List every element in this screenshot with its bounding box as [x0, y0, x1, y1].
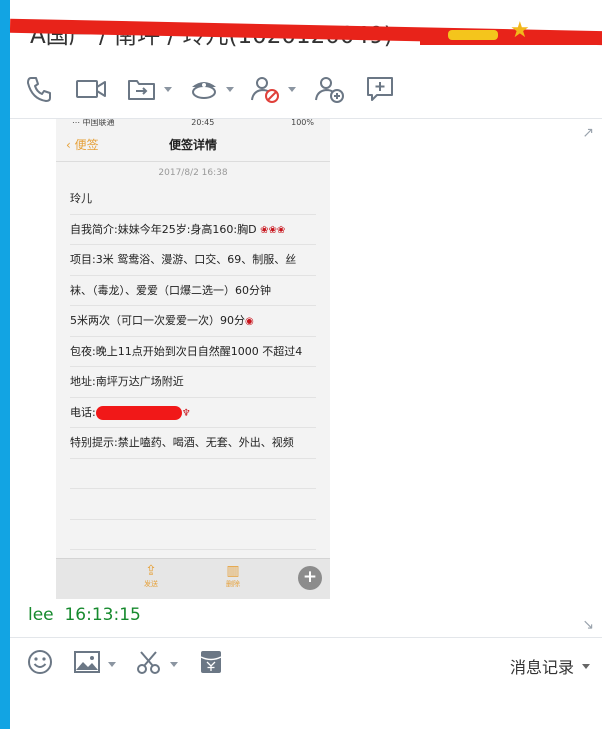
window-left-edge [0, 0, 10, 729]
image-icon [72, 648, 102, 680]
file-transfer-icon [126, 74, 158, 104]
star-icon: ★ [510, 18, 530, 43]
phone-bottom-bar: ⇪ 发送 ▥ 删除 + [56, 558, 330, 599]
phone-status-bar: ⋯ 中国联通 20:45 100% [56, 119, 330, 127]
note-line [70, 459, 316, 489]
chat-title-bar: A国产 / 南坪 / 玲儿(1020120049) ★ [10, 0, 602, 60]
chat-message-area[interactable]: ↗ ⋯ 中国联通 20:45 100% ‹ 便签 便签详情 2017/8/2 1… [10, 119, 602, 637]
chevron-down-icon [170, 661, 178, 667]
image-button[interactable] [72, 650, 116, 678]
voice-call-button[interactable] [24, 72, 54, 106]
vip-badge-icon [448, 30, 498, 40]
phone-nav-bar: ‹ 便签 便签详情 [56, 127, 330, 162]
note-line [70, 520, 316, 550]
note-line: 5米两次（可口一次爱爱一次）90分◉ [70, 306, 316, 337]
video-icon [74, 74, 108, 104]
lips-icon: ◉ [245, 316, 254, 327]
chevron-down-icon [582, 663, 590, 669]
message-time: 16:13:15 [64, 605, 141, 625]
block-user-icon [248, 74, 282, 104]
chat-toolbar [10, 60, 602, 118]
battery-text: 100% [291, 119, 314, 127]
add-contact-button[interactable] [312, 72, 346, 106]
input-toolbar: 消息记录 [10, 638, 602, 688]
note-date: 2017/8/2 16:38 [158, 168, 228, 178]
screenshot-image[interactable]: ⋯ 中国联通 20:45 100% ‹ 便签 便签详情 2017/8/2 16:… [56, 119, 330, 599]
note-line [70, 489, 316, 520]
note-line: 自我简介:妹妹今年25岁:身高160:胸D ❀❀❀ [70, 215, 316, 245]
share-icon: ⇪ [145, 563, 157, 579]
chevron-down-icon [226, 86, 234, 92]
nav-title: 便签详情 [168, 137, 217, 152]
app-icon [188, 74, 220, 104]
note-body: 玲儿 自我简介:妹妹今年25岁:身高160:胸D ❀❀❀ 项目:3米 鸳鸯浴、漫… [56, 184, 330, 550]
note-line: 电话: ♆ [70, 398, 316, 428]
zoom-in-icon[interactable]: + [298, 566, 322, 590]
carrier-text: ⋯ 中国联通 [72, 119, 115, 127]
message-sender-line: lee 16:13:15 [28, 605, 141, 625]
add-contact-icon [312, 74, 346, 104]
trash-icon: ▥ [226, 563, 240, 579]
chevron-down-icon [164, 86, 172, 92]
video-call-button[interactable] [74, 72, 108, 106]
block-user-button[interactable] [248, 72, 296, 106]
file-transfer-button[interactable] [126, 72, 172, 106]
delete-action: ▥ 删除 [226, 563, 240, 588]
note-line: 地址:南坪万达广场附近 [70, 367, 316, 398]
collapse-icon[interactable]: ↘ [582, 617, 594, 633]
scissors-icon [134, 648, 164, 680]
apps-button[interactable] [188, 72, 234, 106]
red-packet-icon [198, 648, 224, 680]
send-action: ⇪ 发送 [144, 563, 158, 588]
message-history-button[interactable]: 消息记录 [510, 654, 590, 678]
new-message-button[interactable] [364, 72, 396, 106]
phone-time: 20:45 [191, 119, 215, 127]
red-packet-button[interactable] [198, 650, 224, 678]
back-link: ‹ 便签 [66, 138, 99, 152]
note-line: 袜、（毒龙）、爱爱（口爆二选一）60分钟 [70, 276, 316, 306]
chevron-down-icon [108, 661, 116, 667]
rose-icon: ❀❀❀ [260, 224, 286, 236]
emoji-button[interactable] [26, 650, 54, 678]
history-label: 消息记录 [509, 658, 574, 677]
note-line: 特别提示:禁止嗑药、喝酒、无套、外出、视频 [70, 428, 316, 459]
note-line: 玲儿 [70, 184, 316, 215]
note-line: 项目:3米 鸳鸯浴、漫游、口交、69、制服、丝 [70, 245, 316, 276]
sender-name: lee [28, 605, 54, 625]
new-message-icon [364, 74, 396, 104]
bikini-icon: ♆ [181, 407, 191, 419]
chevron-down-icon [288, 86, 296, 92]
expand-icon[interactable]: ↗ [582, 125, 594, 141]
note-line: 包夜:晚上11点开始到次日自然醒1000 不超过4 [70, 337, 316, 367]
screenshot-button[interactable] [134, 650, 178, 678]
phone-icon [24, 74, 54, 104]
emoji-icon [26, 648, 54, 680]
phone-redaction [95, 405, 182, 420]
